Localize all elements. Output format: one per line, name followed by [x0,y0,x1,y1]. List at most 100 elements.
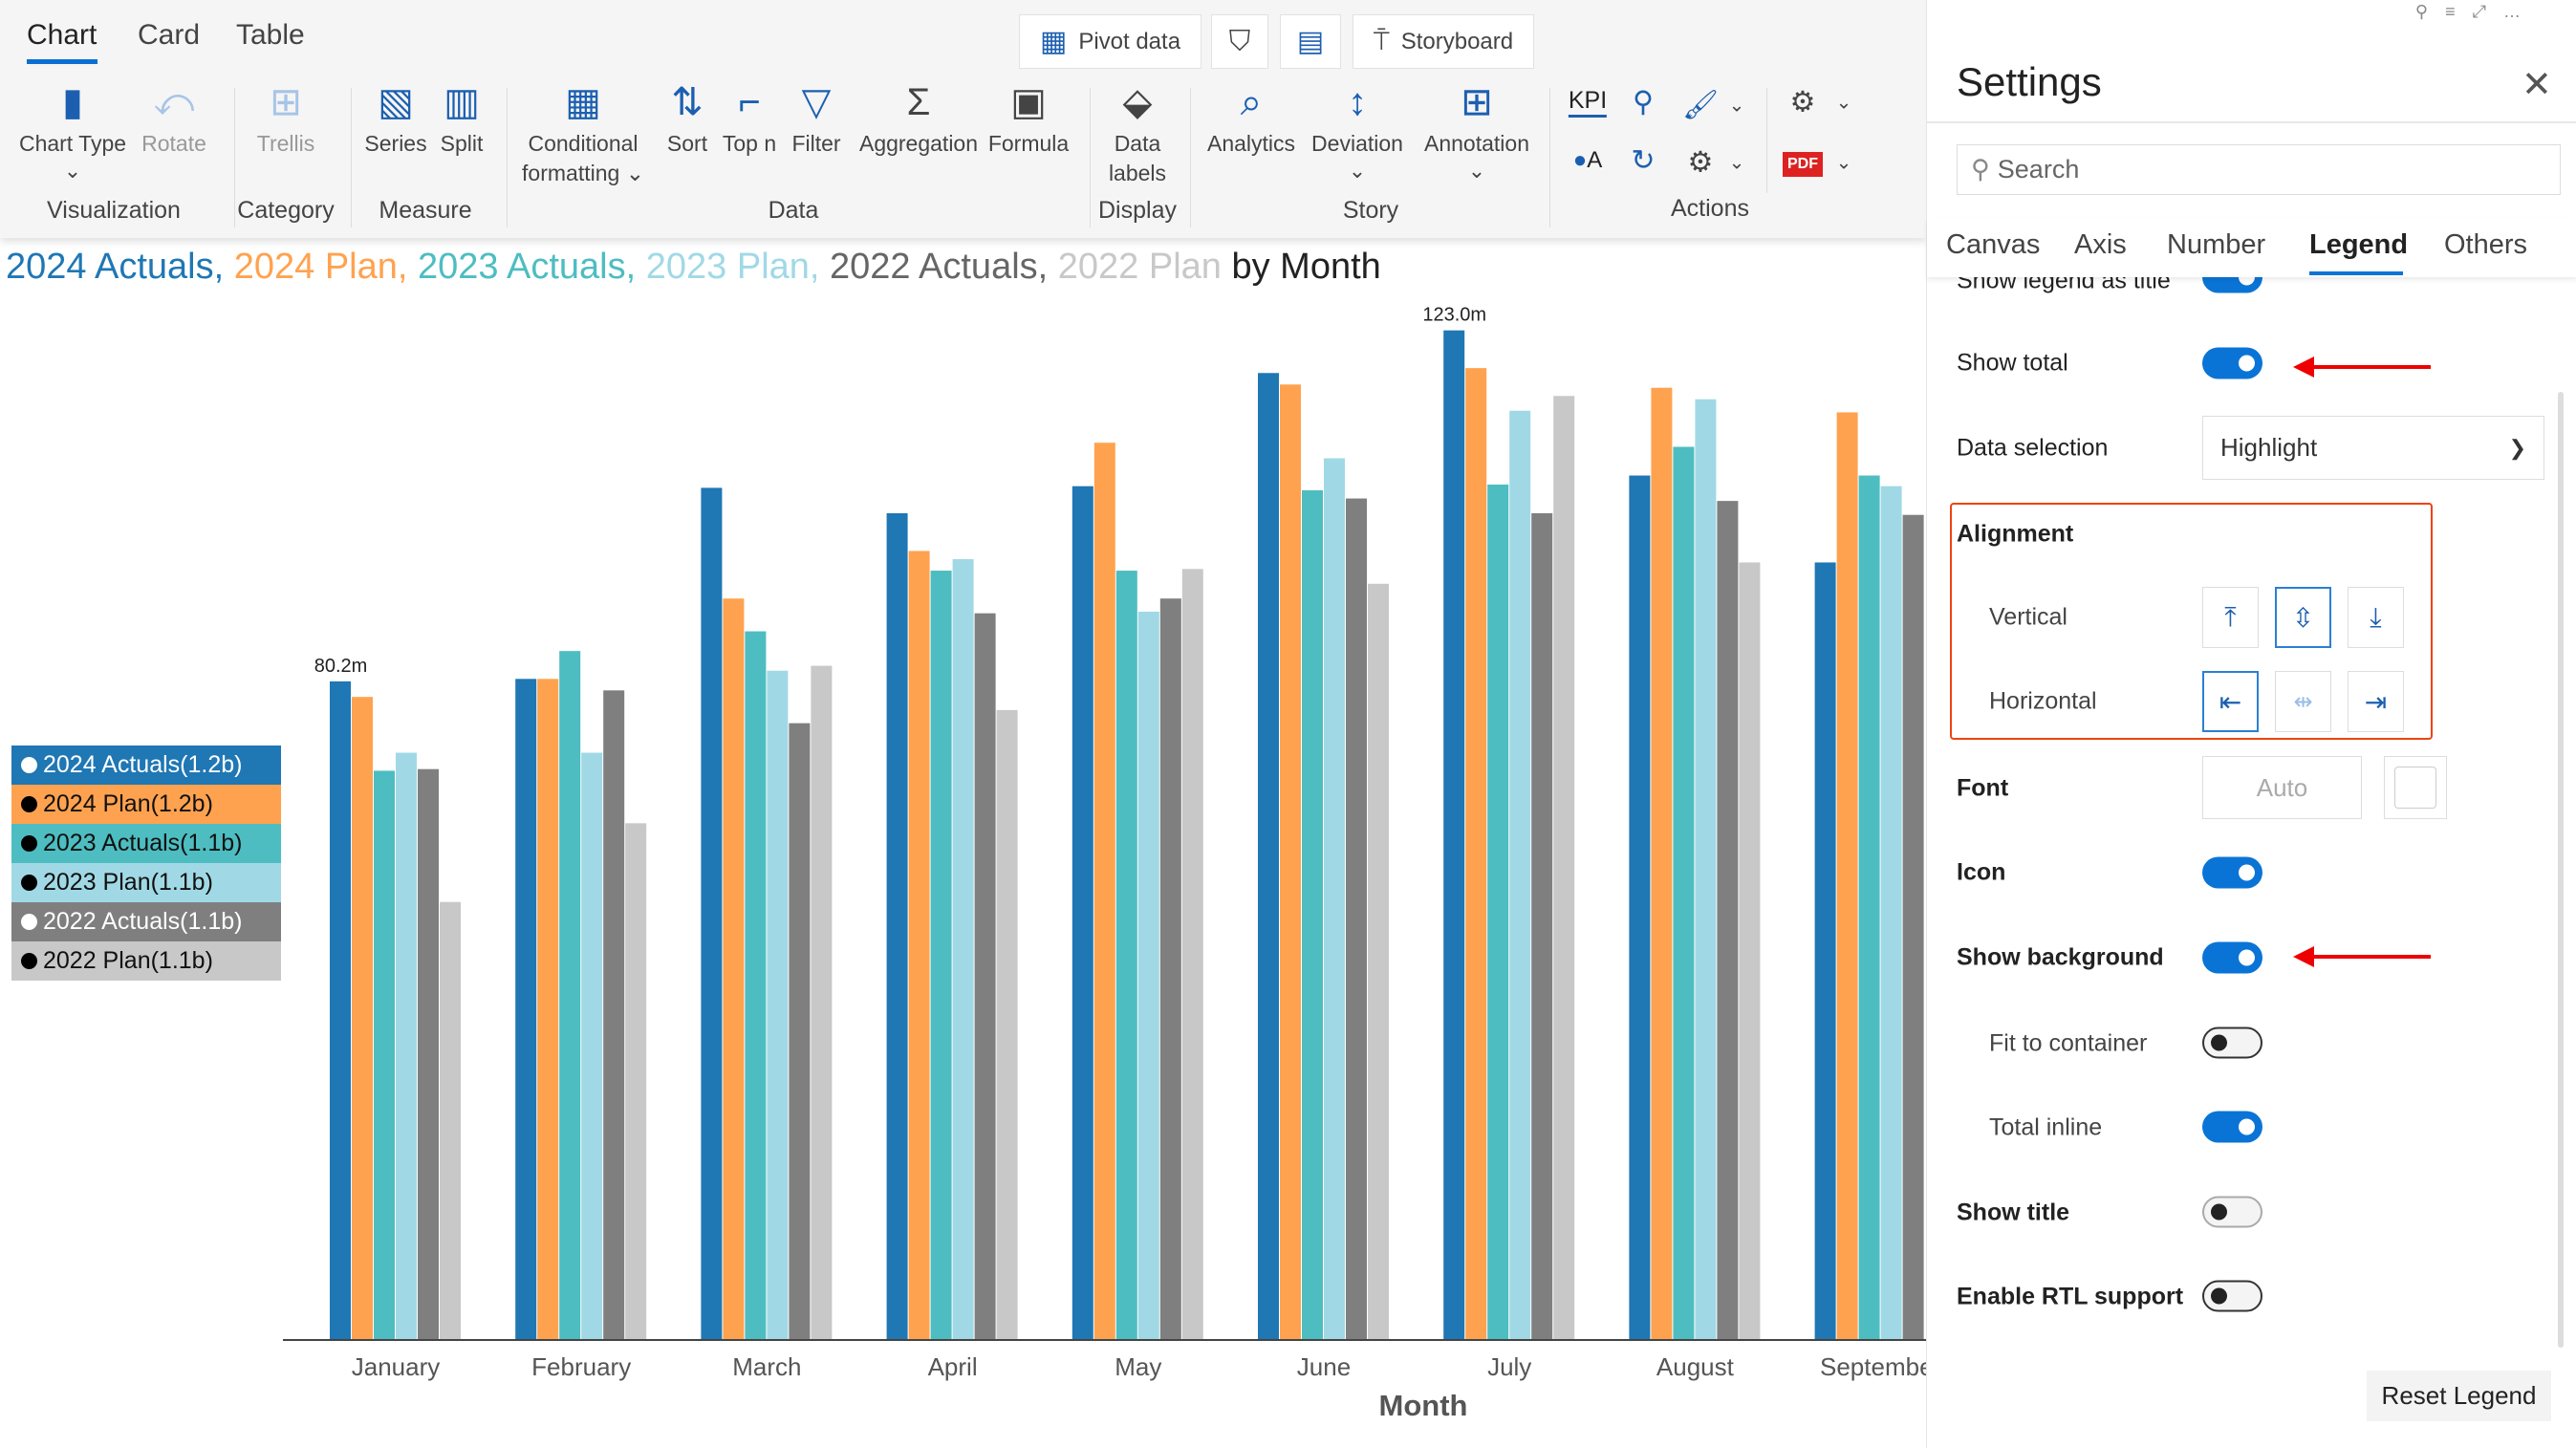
bar-2024-plan[interactable] [352,697,373,1339]
bar-2024-plan[interactable] [1465,368,1487,1339]
data-labels-button[interactable]: ⬙ Data labels [1109,76,1166,188]
bar-2023-actuals[interactable] [1302,489,1323,1339]
bar-2024-plan[interactable] [537,679,559,1339]
bar-2022-actuals[interactable] [1902,514,1924,1339]
bar-2024-plan[interactable] [1836,412,1858,1339]
fit-to-container-toggle[interactable] [2202,1027,2262,1059]
kpi-button[interactable]: KPI [1568,87,1608,118]
paint-brush-icon[interactable]: 🖌 [1682,89,1719,122]
bar-2024-plan[interactable] [1280,384,1301,1340]
aggregation-button[interactable]: Σ Aggregation [859,76,978,159]
refresh-icon[interactable]: ↻ [1631,144,1655,178]
bar-2024-actuals[interactable] [1258,373,1279,1339]
panel-scrollbar[interactable] [2558,392,2564,1348]
title-2024-actuals[interactable]: 2024 Actuals, [6,247,224,287]
bar-2023-plan[interactable] [1509,410,1531,1339]
pdf-icon[interactable]: PDF [1783,152,1823,177]
bar-2022-plan[interactable] [1553,396,1575,1339]
title-2023-actuals[interactable]: 2023 Actuals, [418,247,636,287]
search-icon[interactable]: ⚲ [1633,86,1654,119]
split-button[interactable]: ▥ Split [441,76,484,159]
bar-2022-plan[interactable] [625,823,647,1339]
bar-2023-actuals[interactable] [745,631,767,1339]
tab-canvas[interactable]: Canvas [1946,229,2040,261]
align-left-button[interactable]: ⇤ [2202,671,2259,732]
expand-icon[interactable]: ⤢ [2473,2,2503,21]
bar-2024-actuals[interactable] [1443,330,1465,1339]
bar-2023-actuals[interactable] [559,651,581,1339]
tab-axis[interactable]: Axis [2074,229,2127,261]
filter-button[interactable]: ▽ Filter [791,76,840,159]
font-size-input[interactable]: Auto [2202,756,2362,819]
top-n-button[interactable]: ⌐ Top n [723,76,776,159]
bar-2022-actuals[interactable] [418,768,439,1339]
total-inline-toggle[interactable] [2202,1111,2262,1143]
bar-2022-actuals[interactable] [1531,512,1553,1339]
filter-settings-button[interactable]: ⛉ [1211,14,1268,69]
bar-2022-actuals[interactable] [603,690,625,1339]
bar-2024-plan[interactable] [908,551,930,1339]
chevron-down-icon[interactable]: ⌄ [1836,91,1852,115]
bar-2022-actuals[interactable] [1346,498,1367,1339]
bar-2023-plan[interactable] [1880,486,1902,1339]
pin-icon[interactable]: ⚲ [2415,2,2445,21]
bar-2023-plan[interactable] [1695,399,1717,1339]
sort-button[interactable]: ⇅ Sort [667,76,707,159]
annotation-button[interactable]: ⊞ Annotation ⌄ [1424,76,1529,184]
show-title-toggle[interactable] [2202,1196,2262,1228]
chevron-down-icon[interactable]: ⌄ [1836,151,1852,175]
bar-2023-actuals[interactable] [1487,484,1509,1339]
bar-2024-actuals[interactable] [1629,475,1651,1339]
bar-2022-plan[interactable] [996,709,1018,1339]
gear-icon[interactable]: ⚙ [1688,146,1714,180]
title-2024-plan[interactable]: 2024 Plan, [234,247,408,287]
conditional-formatting-button[interactable]: ▦ Conditional formatting ⌄ [522,76,644,188]
show-total-toggle[interactable] [2202,347,2262,379]
tab-number[interactable]: Number [2167,229,2265,261]
tab-table[interactable]: Table [236,19,305,52]
bar-2024-plan[interactable] [1651,387,1673,1340]
align-right-button[interactable]: ⇥ [2348,671,2404,732]
legend-item[interactable]: 2024 Actuals(1.2b) [11,746,281,785]
oa-toggle-button[interactable]: ●A [1573,147,1603,174]
font-color-picker[interactable] [2384,756,2447,819]
bar-2022-plan[interactable] [1368,583,1389,1339]
bar-2023-actuals[interactable] [374,770,395,1339]
title-2022-actuals[interactable]: 2022 Actuals, [830,247,1048,287]
bar-2022-actuals[interactable] [1717,501,1739,1339]
bar-2024-actuals[interactable] [701,487,723,1339]
bar-2024-actuals[interactable] [886,512,908,1339]
series-button[interactable]: ▧ Series [364,76,426,159]
formula-button[interactable]: ▣ Formula [988,76,1069,159]
bar-2023-plan[interactable] [1324,458,1345,1339]
bar-2024-actuals[interactable] [515,679,537,1339]
legend-item[interactable]: 2024 Plan(1.2b) [11,785,281,824]
bar-2024-actuals[interactable] [1814,562,1836,1339]
tab-card[interactable]: Card [138,19,200,52]
legend-item[interactable]: 2022 Actuals(1.1b) [11,902,281,941]
bar-2023-plan[interactable] [952,559,974,1339]
export-settings-icon[interactable]: ⚙ [1790,86,1816,119]
bar-2022-actuals[interactable] [1159,598,1181,1339]
bar-2022-actuals[interactable] [974,613,996,1339]
tab-legend[interactable]: Legend [2309,229,2408,261]
align-top-button[interactable]: ⤒ [2202,587,2259,648]
deviation-button[interactable]: ↕ Deviation ⌄ [1311,76,1403,184]
bar-2023-actuals[interactable] [930,571,952,1339]
bar-2023-plan[interactable] [767,670,789,1339]
search-input[interactable]: ⚲ Search [1957,144,2561,195]
trellis-button[interactable]: ⊞ Trellis [257,76,314,159]
bar-2023-plan[interactable] [396,752,417,1339]
icon-toggle[interactable] [2202,856,2262,889]
show-background-toggle[interactable] [2202,941,2262,974]
bar-2023-actuals[interactable] [1673,446,1695,1340]
bar-2022-plan[interactable] [1181,569,1203,1339]
reset-legend-button[interactable]: Reset Legend [2367,1371,2551,1421]
title-2022-plan[interactable]: 2022 Plan [1058,247,1222,287]
storyboard-button[interactable]: ⍑ Storyboard [1353,14,1534,69]
chevron-down-icon[interactable]: ⌄ [1729,151,1745,175]
chevron-down-icon[interactable]: ⌄ [1729,94,1745,118]
bar-2022-plan[interactable] [811,665,833,1339]
bar-2024-plan[interactable] [723,598,745,1339]
more-icon[interactable]: … [2503,2,2538,21]
